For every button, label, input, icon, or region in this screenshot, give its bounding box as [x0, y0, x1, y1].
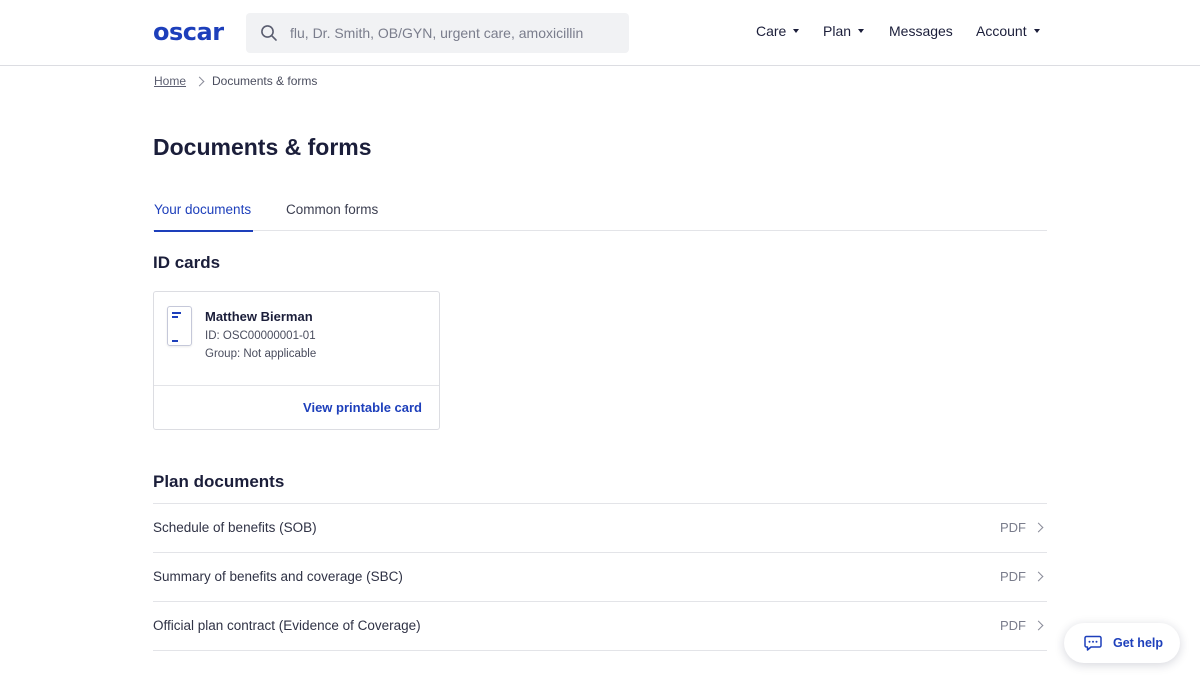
doc-label: Schedule of benefits (SOB) [153, 520, 317, 535]
nav-care-label: Care [756, 23, 787, 39]
doc-row-eoc[interactable]: Official plan contract (Evidence of Cove… [153, 602, 1047, 651]
nav-care[interactable]: Care [756, 21, 800, 41]
view-printable-card-link[interactable]: View printable card [303, 399, 422, 417]
search-bar[interactable] [246, 13, 629, 53]
page-title: Documents & forms [153, 134, 372, 160]
nav-messages-label: Messages [889, 23, 953, 39]
tab-bar: Your documents Common forms [153, 195, 1047, 232]
card-divider [154, 385, 439, 386]
search-input[interactable] [290, 13, 620, 53]
chevron-right-icon [1033, 522, 1044, 533]
nav-account-label: Account [976, 23, 1027, 39]
top-header: oscar Care Plan Messages Account [0, 0, 1200, 66]
caret-down-icon [1033, 29, 1040, 33]
doc-row-sob[interactable]: Schedule of benefits (SOB) PDF [153, 504, 1047, 553]
breadcrumb: Home Documents & forms [154, 73, 317, 89]
member-group: Group: Not applicable [205, 348, 317, 360]
caret-down-icon [793, 29, 800, 33]
chevron-right-icon [1033, 620, 1044, 631]
nav-messages[interactable]: Messages [889, 21, 953, 41]
doc-format: PDF [1000, 520, 1026, 535]
chevron-right-icon [1033, 571, 1044, 582]
member-name: Matthew Bierman [205, 309, 313, 324]
breadcrumb-current: Documents & forms [212, 74, 318, 88]
doc-label: Official plan contract (Evidence of Cove… [153, 618, 421, 633]
doc-row-sbc[interactable]: Summary of benefits and coverage (SBC) P… [153, 553, 1047, 602]
doc-format: PDF [1000, 618, 1026, 633]
chevron-right-icon [194, 76, 205, 86]
get-help-label: Get help [1113, 636, 1164, 650]
nav-account[interactable]: Account [976, 21, 1040, 41]
plan-documents-heading: Plan documents [153, 472, 285, 491]
plan-documents-list: Schedule of benefits (SOB) PDF Summary o… [153, 503, 1047, 651]
member-id: ID: OSC00000001-01 [205, 330, 316, 342]
chat-icon [1084, 635, 1102, 651]
doc-format: PDF [1000, 569, 1026, 584]
id-cards-heading: ID cards [153, 253, 221, 272]
tab-your-documents[interactable]: Your documents [154, 195, 254, 232]
id-card: Matthew Bierman ID: OSC00000001-01 Group… [153, 291, 440, 430]
breadcrumb-home-link[interactable]: Home [154, 73, 186, 89]
nav-plan-label: Plan [823, 23, 852, 39]
nav-plan[interactable]: Plan [823, 21, 865, 41]
get-help-button[interactable]: Get help [1064, 623, 1180, 663]
caret-down-icon [858, 29, 865, 33]
search-icon [261, 25, 277, 41]
oscar-logo[interactable]: oscar [153, 17, 224, 47]
doc-label: Summary of benefits and coverage (SBC) [153, 569, 403, 584]
tab-common-forms[interactable]: Common forms [286, 195, 378, 231]
id-card-icon [167, 306, 192, 346]
